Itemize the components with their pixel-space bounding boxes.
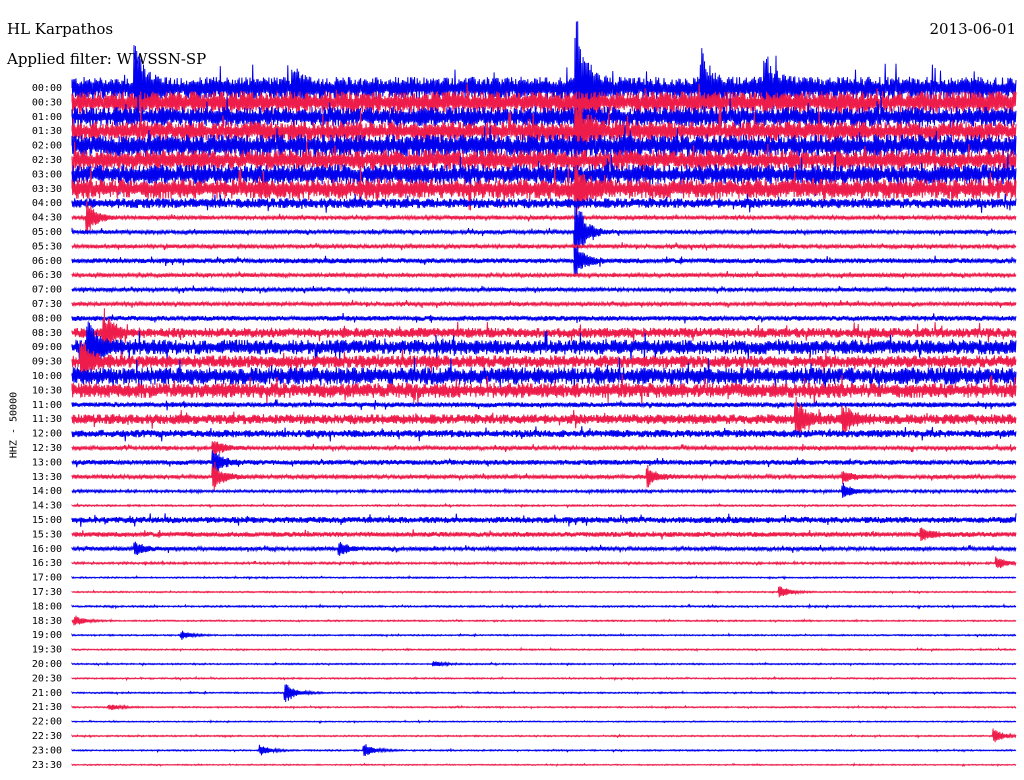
time-label: 12:30 xyxy=(32,443,62,454)
trace-line xyxy=(71,399,1017,411)
trace-line xyxy=(71,675,1017,682)
time-label: 01:00 xyxy=(32,112,62,123)
trace-line xyxy=(71,684,1017,703)
time-label: 20:00 xyxy=(32,659,62,670)
trace-line xyxy=(71,762,1017,768)
time-label: 06:30 xyxy=(32,270,62,281)
trace-line xyxy=(71,482,1017,498)
trace-layer xyxy=(71,21,1017,768)
trace-line xyxy=(71,285,1017,294)
trace-line xyxy=(71,602,1017,610)
time-label: 10:30 xyxy=(32,385,62,396)
trace-line xyxy=(71,574,1017,581)
time-label-layer: 00:00 00:30 01:00 01:30 02:00 02:30 03:00 03:30… xyxy=(32,83,62,771)
time-label: 19:30 xyxy=(32,645,62,656)
time-label: 01:30 xyxy=(32,126,62,137)
time-label: 09:00 xyxy=(32,342,62,353)
time-label: 03:30 xyxy=(32,184,62,195)
trace-line xyxy=(71,513,1017,527)
time-label: 00:00 xyxy=(32,83,62,94)
time-label: 17:30 xyxy=(32,587,62,598)
time-label: 22:30 xyxy=(32,731,62,742)
time-label: 12:00 xyxy=(32,429,62,440)
time-label: 22:00 xyxy=(32,717,62,728)
trace-line xyxy=(71,246,1017,277)
time-label: 18:30 xyxy=(32,616,62,627)
trace-line xyxy=(71,646,1017,653)
time-label: 10:00 xyxy=(32,371,62,382)
time-label: 04:00 xyxy=(32,198,62,209)
trace-line xyxy=(71,193,1017,213)
time-label: 07:30 xyxy=(32,299,62,310)
time-label: 16:30 xyxy=(32,558,62,569)
time-label: 11:30 xyxy=(32,414,62,425)
trace-line xyxy=(71,556,1017,569)
time-label: 05:30 xyxy=(32,241,62,252)
time-label: 00:30 xyxy=(32,97,62,108)
trace-line xyxy=(71,586,1017,598)
trace-line xyxy=(71,271,1017,279)
time-label: 20:30 xyxy=(32,673,62,684)
time-label: 23:00 xyxy=(32,745,62,756)
trace-line xyxy=(71,615,1017,626)
trace-line xyxy=(71,299,1017,309)
trace-line xyxy=(71,744,1017,756)
time-label: 13:00 xyxy=(32,457,62,468)
trace-line xyxy=(71,426,1017,442)
trace-line xyxy=(71,201,1017,234)
time-label: 04:30 xyxy=(32,213,62,224)
trace-line xyxy=(71,321,1017,375)
time-label: 17:00 xyxy=(32,573,62,584)
time-label: 09:30 xyxy=(32,357,62,368)
trace-line xyxy=(71,728,1017,743)
time-label: 15:00 xyxy=(32,515,62,526)
time-label: 14:30 xyxy=(32,501,62,512)
time-label: 11:00 xyxy=(32,400,62,411)
time-label: 05:00 xyxy=(32,227,62,238)
trace-line xyxy=(71,704,1017,711)
time-label: 02:00 xyxy=(32,141,62,152)
time-label: 21:00 xyxy=(32,688,62,699)
time-label: 13:30 xyxy=(32,472,62,483)
time-label: 15:30 xyxy=(32,529,62,540)
time-label: 03:00 xyxy=(32,169,62,180)
time-label: 07:00 xyxy=(32,285,62,296)
time-label: 18:00 xyxy=(32,601,62,612)
trace-line xyxy=(71,719,1017,724)
trace-line xyxy=(71,630,1017,640)
time-label: 21:30 xyxy=(32,702,62,713)
trace-line xyxy=(71,527,1017,542)
time-label: 14:00 xyxy=(32,486,62,497)
time-label: 16:00 xyxy=(32,544,62,555)
time-label: 08:30 xyxy=(32,328,62,339)
time-label: 08:00 xyxy=(32,313,62,324)
trace-line xyxy=(71,541,1017,556)
trace-line xyxy=(71,312,1017,324)
time-label: 23:30 xyxy=(32,760,62,771)
trace-line xyxy=(71,242,1017,251)
time-label: 02:30 xyxy=(32,155,62,166)
trace-line xyxy=(71,502,1017,509)
time-label: 19:00 xyxy=(32,630,62,641)
time-label: 06:00 xyxy=(32,256,62,267)
helicorder-chart: 00:00 00:30 01:00 01:30 02:00 02:30 03:00 03:30… xyxy=(32,21,1017,771)
trace-line xyxy=(71,660,1017,668)
